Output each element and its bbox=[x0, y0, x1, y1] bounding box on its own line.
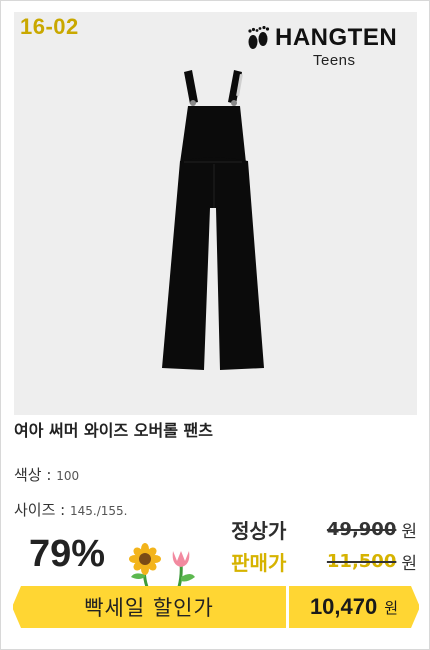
list-price: 49,900 bbox=[326, 519, 397, 540]
product-photo[interactable]: 16-02 HANGTEN Teens bbox=[14, 12, 417, 415]
color-label: 색상 : bbox=[14, 466, 52, 484]
banner-notch-right bbox=[411, 586, 420, 628]
list-price-row: 정상가 49,900 원 bbox=[231, 515, 417, 544]
footprint-icon bbox=[248, 26, 270, 49]
sale-price: 11,500 bbox=[326, 551, 397, 572]
discount-rate: 79% bbox=[29, 533, 106, 575]
overalls-image bbox=[162, 70, 264, 370]
list-price-label: 정상가 bbox=[231, 519, 287, 543]
product-title[interactable]: 여아 써머 와이즈 오버롤 팬츠 bbox=[14, 417, 213, 441]
sale-price-unit: 원 bbox=[401, 554, 417, 574]
flash-sale-price: 10,470 bbox=[309, 594, 378, 619]
brand-subtitle: Teens bbox=[313, 52, 356, 69]
product-card[interactable]: 16-02 HANGTEN Teens 여아 써머 와이즈 오버롤 팬츠 색상 bbox=[0, 0, 430, 650]
flash-sale-banner[interactable]: 빡세일 할인가 10,470 원 bbox=[12, 586, 420, 628]
flash-sale-price-box: 10,470 원 bbox=[289, 586, 419, 628]
product-code: 16-02 bbox=[20, 14, 79, 39]
brand-name: HANGTEN bbox=[275, 24, 398, 51]
size-value: 145./155. bbox=[70, 504, 128, 518]
tulip-icon bbox=[172, 551, 195, 587]
flash-sale-label: 빡세일 할인가 bbox=[84, 596, 214, 620]
size-label: 사이즈 : bbox=[14, 501, 66, 519]
size-spec: 사이즈 : 145./155. bbox=[14, 499, 128, 520]
flowers-decoration bbox=[129, 543, 195, 587]
flash-sale-label-box: 빡세일 할인가 bbox=[13, 586, 285, 628]
sale-price-label: 판매가 bbox=[231, 551, 287, 575]
sunflower-icon bbox=[129, 543, 161, 587]
color-spec: 색상 : 100 bbox=[14, 464, 79, 485]
color-value: 100 bbox=[56, 469, 80, 483]
flash-sale-unit: 원 bbox=[384, 598, 399, 617]
sale-price-row: 판매가 11,500 원 bbox=[231, 547, 417, 576]
list-price-unit: 원 bbox=[401, 522, 417, 542]
